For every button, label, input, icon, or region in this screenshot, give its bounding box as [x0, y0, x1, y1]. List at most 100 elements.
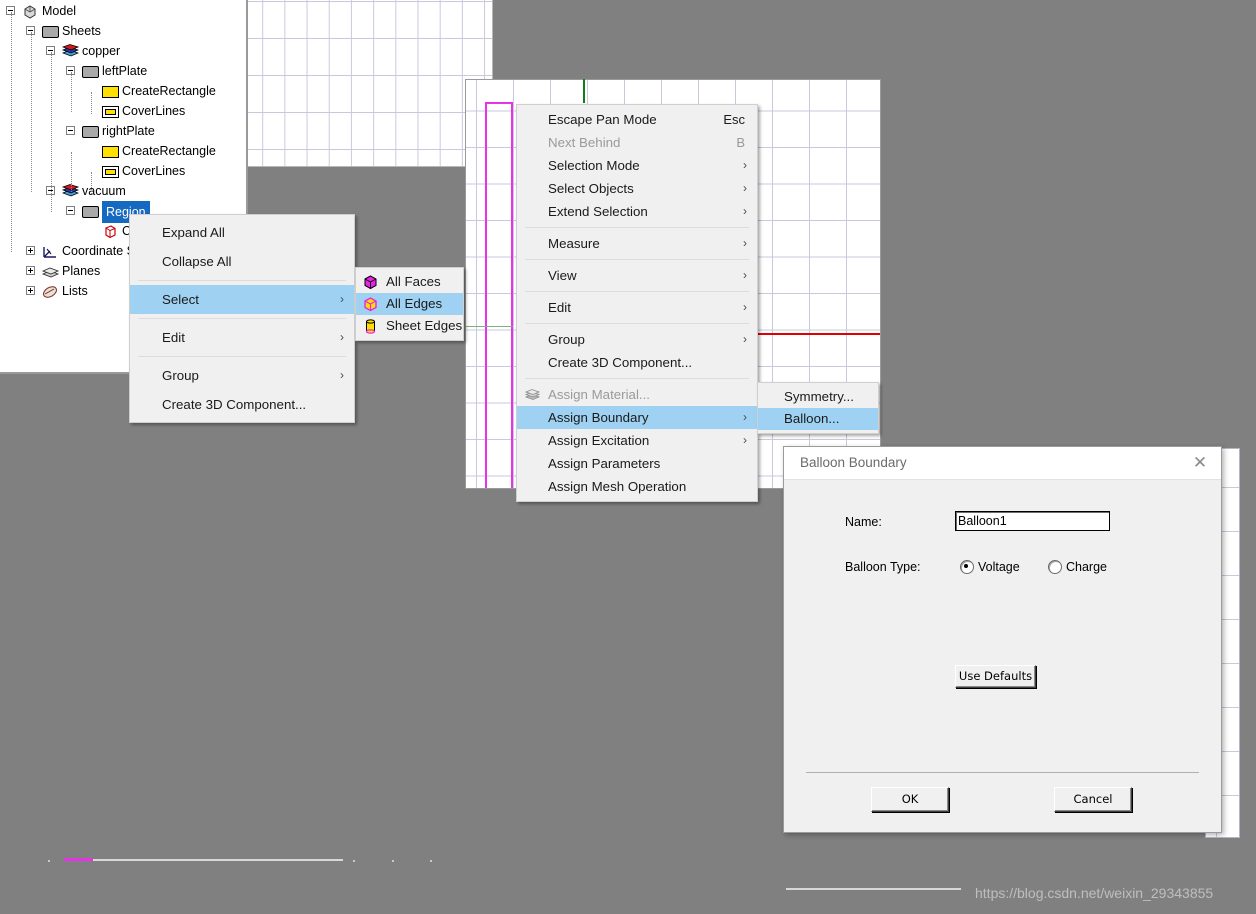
menu-separator — [138, 318, 346, 319]
balloon-type-label: Balloon Type: — [845, 560, 921, 574]
menu-item-label: All Faces — [386, 274, 441, 289]
cancel-button[interactable]: Cancel — [1054, 787, 1132, 812]
menu-item-all-edges[interactable]: All Edges — [356, 293, 463, 315]
menu-item-assign-excitation[interactable]: Assign Excitation › — [517, 429, 757, 452]
coverlines-icon — [102, 166, 119, 178]
menu-item-create-3d-component[interactable]: Create 3D Component... — [130, 390, 354, 419]
menu-item-assign-mesh-operation[interactable]: Assign Mesh Operation — [517, 475, 757, 498]
tree-item-coverlines[interactable]: CoverLines — [0, 161, 246, 181]
lists-icon — [42, 285, 58, 298]
tree-item-sheets[interactable]: Sheets — [0, 21, 246, 41]
viewport-context-menu[interactable]: Escape Pan Mode Esc Next Behind B Selection … — [516, 104, 758, 502]
menu-item-select-objects[interactable]: Select Objects › — [517, 177, 757, 200]
tree-item-createrectangle[interactable]: CreateRectangle — [0, 81, 246, 101]
material-stack-icon — [524, 387, 541, 402]
dialog-title: Balloon Boundary — [800, 455, 907, 470]
chevron-right-icon: › — [743, 236, 747, 250]
chevron-right-icon: › — [743, 332, 747, 346]
ok-button[interactable]: OK — [871, 787, 949, 812]
chevron-right-icon: › — [743, 158, 747, 172]
tree-item-label: CreateRectangle — [122, 84, 216, 98]
menu-item-select[interactable]: Select › — [130, 285, 354, 314]
menu-separator — [138, 356, 346, 357]
menu-separator — [525, 378, 749, 379]
menu-item-label: Group — [162, 368, 199, 383]
tree-connector — [51, 52, 52, 212]
menu-item-all-faces[interactable]: All Faces — [356, 271, 463, 293]
use-defaults-button[interactable]: Use Defaults — [955, 665, 1036, 688]
menu-item-sheet-edges[interactable]: Sheet Edges — [356, 315, 463, 337]
balloon-boundary-dialog[interactable]: Balloon Boundary ✕ — [783, 446, 1222, 833]
tree-item-coverlines[interactable]: CoverLines — [0, 101, 246, 121]
menu-item-group[interactable]: Group › — [517, 328, 757, 351]
watermark: https://blog.csdn.net/weixin_29343855 — [975, 885, 1214, 901]
menu-item-balloon[interactable]: Balloon... — [758, 408, 878, 430]
tree-connector — [71, 152, 72, 192]
viewport-top-left[interactable] — [246, 0, 493, 167]
menu-item-edit[interactable]: Edit › — [130, 323, 354, 352]
menu-item-selection-mode[interactable]: Selection Mode › — [517, 154, 757, 177]
tree-item-label: rightPlate — [102, 124, 155, 138]
tree-item-createrectangle[interactable]: CreateRectangle — [0, 141, 246, 161]
collapse-toggle-icon[interactable] — [66, 126, 75, 135]
assign-boundary-submenu[interactable]: Symmetry... Balloon... — [757, 382, 879, 434]
sheet-icon — [42, 26, 59, 38]
collapse-toggle-icon[interactable] — [66, 206, 75, 215]
menu-item-label: Next Behind — [548, 135, 621, 150]
tree-item-copper[interactable]: copper — [0, 41, 246, 61]
chevron-right-icon: › — [743, 204, 747, 218]
name-label: Name: — [845, 515, 882, 529]
tree-item-vacuum[interactable]: vacuum — [0, 181, 246, 201]
tree-context-menu[interactable]: Expand All Collapse All Select › Edit › Group ›… — [129, 214, 355, 423]
menu-item-label: Escape Pan Mode — [548, 112, 657, 127]
coverlines-icon — [102, 106, 119, 118]
radio-voltage[interactable] — [960, 560, 974, 574]
chevron-right-icon: › — [743, 300, 747, 314]
menu-item-assign-boundary[interactable]: Assign Boundary › — [517, 406, 757, 429]
menu-item-create-3d-component[interactable]: Create 3D Component... — [517, 351, 757, 374]
radio-charge-label: Charge — [1066, 560, 1107, 574]
menu-item-label: Balloon... — [784, 411, 840, 426]
tree-item-leftplate[interactable]: leftPlate — [0, 61, 246, 81]
tree-item-rightplate[interactable]: rightPlate — [0, 121, 246, 141]
menu-item-expand-all[interactable]: Expand All — [130, 218, 354, 247]
stray-magenta-segment — [64, 858, 93, 861]
menu-item-assign-material: Assign Material... — [517, 383, 757, 406]
menu-item-accelerator: Esc — [723, 112, 745, 127]
close-icon[interactable]: ✕ — [1185, 451, 1215, 475]
menu-item-label: Assign Parameters — [548, 456, 661, 471]
tree-item-label: Sheets — [62, 24, 101, 38]
radio-charge[interactable] — [1048, 560, 1062, 574]
tree-connector — [71, 72, 72, 112]
menu-item-group[interactable]: Group › — [130, 361, 354, 390]
tree-item-label: CreateRectangle — [122, 144, 216, 158]
stray-dot-1 — [48, 860, 50, 862]
menu-item-assign-parameters[interactable]: Assign Parameters — [517, 452, 757, 475]
tree-item-label: copper — [82, 44, 121, 58]
select-submenu[interactable]: All Faces All Edges Sheet Edges — [355, 267, 464, 341]
tree-item-model[interactable]: Model — [0, 1, 246, 21]
expand-toggle-icon[interactable] — [26, 266, 35, 275]
rectangle-icon — [102, 146, 119, 158]
menu-item-label: Assign Excitation — [548, 433, 650, 448]
menu-item-label: Assign Material... — [548, 387, 650, 402]
menu-item-edit[interactable]: Edit › — [517, 296, 757, 319]
menu-item-symmetry[interactable]: Symmetry... — [758, 386, 878, 408]
box-icon — [102, 225, 118, 239]
tree-item-label: CoverLines — [122, 104, 186, 118]
menu-item-label: Edit — [162, 330, 185, 345]
menu-item-measure[interactable]: Measure › — [517, 232, 757, 255]
menu-item-label: View — [548, 268, 577, 283]
expand-toggle-icon[interactable] — [26, 246, 35, 255]
expand-toggle-icon[interactable] — [26, 286, 35, 295]
menu-item-label: Measure — [548, 236, 600, 251]
tree-item-label: Planes — [62, 264, 101, 278]
dialog-divider — [806, 772, 1199, 773]
menu-item-escape-pan-mode[interactable]: Escape Pan Mode Esc — [517, 108, 757, 131]
menu-item-view[interactable]: View › — [517, 264, 757, 287]
menu-separator — [525, 291, 749, 292]
name-input[interactable] — [955, 511, 1110, 531]
menu-item-accelerator: B — [736, 135, 745, 150]
menu-item-collapse-all[interactable]: Collapse All — [130, 247, 354, 276]
menu-item-extend-selection[interactable]: Extend Selection › — [517, 200, 757, 223]
